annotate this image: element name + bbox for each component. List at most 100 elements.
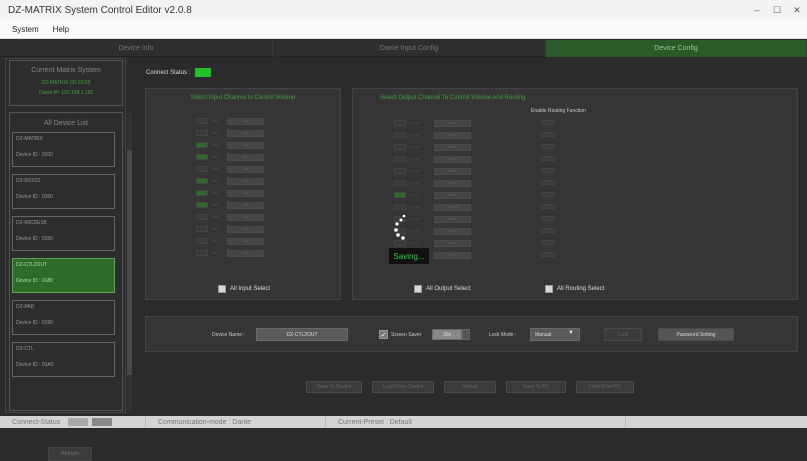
- tab-device-info[interactable]: Device Info: [0, 40, 273, 57]
- routing-toggle[interactable]: [541, 180, 555, 185]
- screen-saver-spinner[interactable]: [462, 329, 470, 340]
- channel-name-field[interactable]: OUT03: [434, 143, 471, 151]
- routing-toggle[interactable]: [541, 144, 555, 149]
- device-name-input[interactable]: DZ-CTL2OUT: [256, 328, 348, 341]
- routing-toggle[interactable]: [541, 192, 555, 197]
- channel-select-toggle[interactable]: [394, 144, 406, 150]
- channel-name-field[interactable]: IN12: [227, 249, 264, 257]
- routing-toggle[interactable]: [541, 168, 555, 173]
- minimize-icon[interactable]: –: [747, 0, 767, 20]
- channel-name-field[interactable]: IN05: [227, 165, 264, 173]
- channel-select-toggle[interactable]: [196, 154, 208, 160]
- default-button[interactable]: Default: [444, 381, 496, 393]
- screen-saver-input[interactable]: 30s: [432, 329, 462, 340]
- channel-name-field[interactable]: IN08: [227, 201, 264, 209]
- output-channel-row[interactable]: OUT07 OUT07: [394, 191, 471, 199]
- channel-name-field[interactable]: IN11: [227, 237, 264, 245]
- channel-select-toggle[interactable]: [196, 118, 208, 124]
- channel-name-field[interactable]: OUT10: [434, 227, 471, 235]
- routing-toggle[interactable]: [541, 228, 555, 233]
- channel-select-toggle[interactable]: [394, 192, 406, 198]
- menu-help[interactable]: Help: [53, 25, 69, 34]
- scrollbar-thumb[interactable]: [127, 150, 132, 375]
- channel-select-toggle[interactable]: [196, 226, 208, 232]
- all-routing-checkbox[interactable]: [545, 285, 553, 293]
- routing-toggle[interactable]: [541, 216, 555, 221]
- channel-select-toggle[interactable]: [196, 190, 208, 196]
- load-from-device-button[interactable]: Load From Device: [372, 381, 434, 393]
- channel-name-field[interactable]: IN02: [227, 129, 264, 137]
- input-channel-row[interactable]: IN10 IN10: [196, 225, 264, 233]
- channel-select-toggle[interactable]: [394, 168, 406, 174]
- channel-select-toggle[interactable]: [196, 130, 208, 136]
- routing-toggle[interactable]: [541, 120, 555, 125]
- channel-select-toggle[interactable]: [196, 214, 208, 220]
- all-routing-select[interactable]: All Routing Select: [545, 285, 604, 293]
- channel-select-toggle[interactable]: [394, 204, 406, 210]
- channel-name-field[interactable]: OUT09: [434, 215, 471, 223]
- channel-select-toggle[interactable]: [196, 142, 208, 148]
- channel-select-toggle[interactable]: [196, 238, 208, 244]
- all-input-select[interactable]: All Input Select: [218, 285, 270, 293]
- channel-name-field[interactable]: OUT11: [434, 239, 471, 247]
- channel-select-toggle[interactable]: [196, 250, 208, 256]
- password-setting-button[interactable]: Password Setting: [658, 328, 734, 341]
- routing-toggle[interactable]: [541, 132, 555, 137]
- channel-name-field[interactable]: OUT12: [434, 251, 471, 259]
- channel-name-field[interactable]: OUT01: [434, 119, 471, 127]
- routing-toggle[interactable]: [541, 204, 555, 209]
- all-output-checkbox[interactable]: [414, 285, 422, 293]
- input-channel-row[interactable]: IN03 IN03: [196, 141, 264, 149]
- input-channel-row[interactable]: IN12 IN12: [196, 249, 264, 257]
- device-list-item[interactable]: DZ-BOX22 Device ID : 0160: [12, 174, 115, 209]
- channel-select-toggle[interactable]: [196, 202, 208, 208]
- channel-name-field[interactable]: OUT02: [434, 131, 471, 139]
- channel-name-field[interactable]: IN01: [227, 117, 264, 125]
- screen-saver-checkbox[interactable]: ✓: [379, 330, 388, 339]
- input-channel-row[interactable]: IN09 IN09: [196, 213, 264, 221]
- channel-select-toggle[interactable]: [196, 166, 208, 172]
- channel-name-field[interactable]: OUT07: [434, 191, 471, 199]
- lock-button[interactable]: Lock: [604, 328, 642, 341]
- save-to-pc-button[interactable]: Save To PC: [506, 381, 566, 393]
- close-icon[interactable]: ✕: [787, 0, 807, 20]
- channel-select-toggle[interactable]: [196, 178, 208, 184]
- input-channel-row[interactable]: IN04 IN04: [196, 153, 264, 161]
- all-input-checkbox[interactable]: [218, 285, 226, 293]
- device-list-item[interactable]: DZ-MICDESK Device ID : 0150: [12, 216, 115, 251]
- output-channel-row[interactable]: OUT06 OUT06: [394, 179, 471, 187]
- output-channel-row[interactable]: OUT01 OUT01: [394, 119, 471, 127]
- channel-name-field[interactable]: IN04: [227, 153, 264, 161]
- output-channel-row[interactable]: OUT04 OUT04: [394, 155, 471, 163]
- channel-name-field[interactable]: IN10: [227, 225, 264, 233]
- routing-toggle[interactable]: [541, 252, 555, 257]
- channel-name-field[interactable]: IN03: [227, 141, 264, 149]
- channel-name-field[interactable]: OUT08: [434, 203, 471, 211]
- device-list-scrollbar[interactable]: [127, 113, 132, 410]
- input-channel-row[interactable]: IN06 IN06: [196, 177, 264, 185]
- input-channel-row[interactable]: IN01 IN01: [196, 117, 264, 125]
- input-channel-row[interactable]: IN02 IN02: [196, 129, 264, 137]
- routing-toggle[interactable]: [541, 240, 555, 245]
- refresh-button[interactable]: Refresh: [48, 447, 92, 461]
- input-channel-row[interactable]: IN07 IN07: [196, 189, 264, 197]
- channel-name-field[interactable]: OUT05: [434, 167, 471, 175]
- device-list-item[interactable]: DZ-PAD Device ID : 0190: [12, 300, 115, 335]
- input-channel-row[interactable]: IN11 IN11: [196, 237, 264, 245]
- output-channel-row[interactable]: OUT03 OUT03: [394, 143, 471, 151]
- device-list-item[interactable]: DZ-CTL Device ID : 01A0: [12, 342, 115, 377]
- load-from-pc-button[interactable]: Load From PC: [576, 381, 634, 393]
- channel-name-field[interactable]: OUT04: [434, 155, 471, 163]
- save-to-device-button[interactable]: Save To Device: [306, 381, 362, 393]
- tab-dante-input-config[interactable]: Dante Input Config: [273, 40, 546, 57]
- maximize-icon[interactable]: ☐: [767, 0, 787, 20]
- channel-name-field[interactable]: IN06: [227, 177, 264, 185]
- output-channel-row[interactable]: OUT05 OUT05: [394, 167, 471, 175]
- device-list-item[interactable]: DZ-CTL2OUT Device ID : 0180: [12, 258, 115, 293]
- all-output-select[interactable]: All Output Select: [414, 285, 471, 293]
- channel-name-field[interactable]: OUT06: [434, 179, 471, 187]
- channel-name-field[interactable]: IN09: [227, 213, 264, 221]
- lock-mode-select[interactable]: Manual ▼: [530, 328, 580, 341]
- menu-system[interactable]: System: [12, 25, 39, 34]
- device-list-item[interactable]: DZ-MATRIX Device ID : 0100: [12, 132, 115, 167]
